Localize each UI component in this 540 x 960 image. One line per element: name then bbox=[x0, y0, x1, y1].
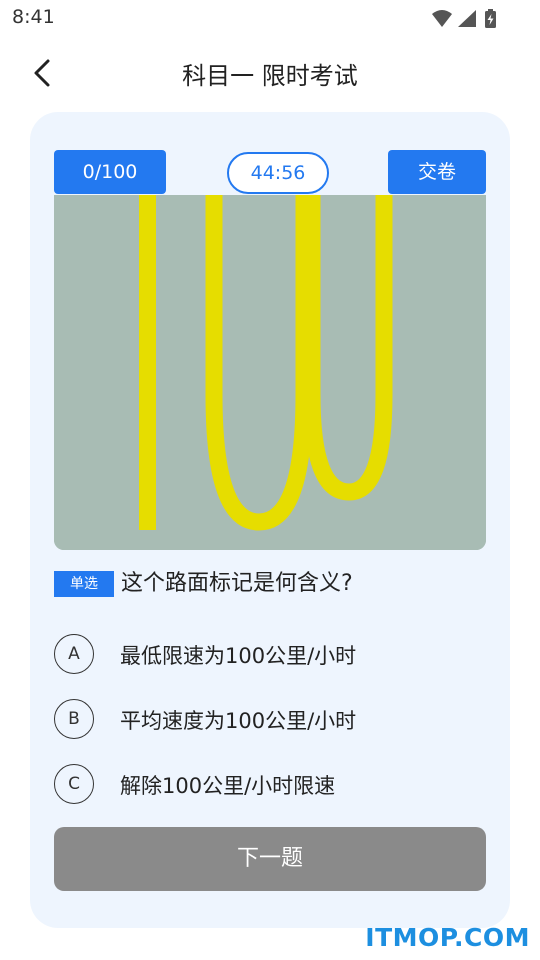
option-a[interactable]: A 最低限速为100公里/小时 bbox=[54, 634, 486, 678]
question-row: 单选 这个路面标记是何含义? bbox=[54, 568, 486, 600]
page-title: 科目一 限时考试 bbox=[182, 62, 358, 90]
battery-charging-icon bbox=[485, 9, 496, 28]
countdown-timer: 44:56 bbox=[227, 152, 329, 194]
status-icons bbox=[430, 8, 500, 30]
option-letter: C bbox=[54, 764, 94, 804]
option-text: 解除100公里/小时限速 bbox=[120, 774, 336, 798]
option-letter: B bbox=[54, 699, 94, 739]
progress-counter: 0/100 bbox=[54, 150, 166, 194]
signal-icon bbox=[458, 10, 476, 27]
question-type-badge: 单选 bbox=[54, 571, 114, 597]
option-c[interactable]: C 解除100公里/小时限速 bbox=[54, 764, 486, 808]
option-b[interactable]: B 平均速度为100公里/小时 bbox=[54, 699, 486, 743]
question-card: 0/100 44:56 交卷 单选 这个路面标记是何含义? A 最低限速为100… bbox=[30, 112, 510, 928]
question-text: 这个路面标记是何含义? bbox=[121, 571, 353, 596]
wifi-icon bbox=[432, 10, 452, 27]
submit-exam-button[interactable]: 交卷 bbox=[388, 150, 486, 194]
status-bar: 8:41 bbox=[0, 0, 540, 36]
option-text: 平均速度为100公里/小时 bbox=[120, 709, 357, 733]
option-text: 最低限速为100公里/小时 bbox=[120, 644, 357, 668]
option-letter: A bbox=[54, 634, 94, 674]
question-image bbox=[54, 195, 486, 550]
watermark: ITMOP.COM bbox=[365, 923, 530, 952]
app-header: 科目一 限时考试 bbox=[0, 40, 540, 106]
next-question-button[interactable]: 下一题 bbox=[54, 827, 486, 891]
status-time: 8:41 bbox=[12, 6, 55, 28]
road-marking-100-image bbox=[54, 195, 486, 550]
